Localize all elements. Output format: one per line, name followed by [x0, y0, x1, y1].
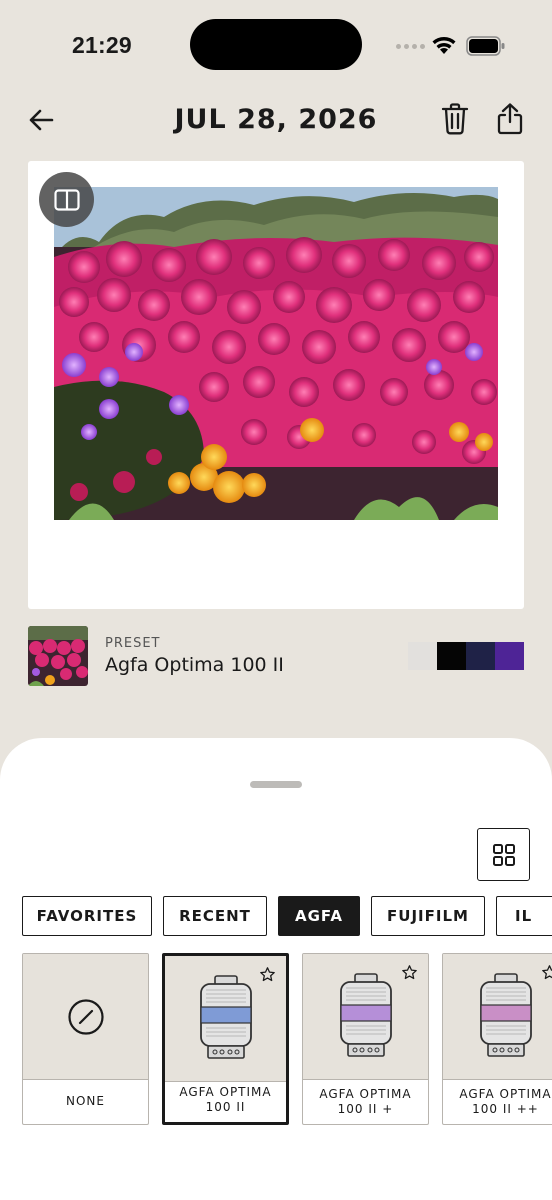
share-icon[interactable] — [494, 102, 526, 136]
preset-card-agfa-optima-100-ii[interactable]: AGFA OPTIMA 100 II — [162, 953, 289, 1125]
sheet-grabber[interactable] — [250, 781, 302, 788]
top-bar: JUL 28, 2026 — [0, 90, 552, 150]
color-palette — [408, 642, 524, 670]
preset-caption: PRESET — [105, 636, 161, 651]
preset-card-agfa-optima-100-ii-plus[interactable]: AGFA OPTIMA 100 II + — [302, 953, 429, 1125]
preset-card-image — [303, 954, 428, 1080]
favorite-star-icon[interactable] — [259, 966, 276, 983]
favorite-star-icon[interactable] — [541, 964, 552, 981]
tab-recent[interactable]: RECENT — [163, 896, 267, 936]
status-time: 21:29 — [72, 32, 132, 58]
battery-icon — [466, 36, 505, 56]
grid-icon — [492, 843, 515, 866]
palette-swatch — [495, 642, 524, 670]
trash-icon[interactable] — [440, 102, 470, 136]
tab-il[interactable]: IL — [496, 896, 552, 936]
tab-favorites[interactable]: FAVORITES — [22, 896, 152, 936]
wifi-icon — [432, 37, 456, 54]
preset-card-agfa-optima-100-ii-plus-plus[interactable]: AGFA OPTIMA 100 II ++ — [442, 953, 552, 1125]
preset-list: NONE AGFA OPTIMA 100 II AGFA OPTIMA 100 … — [22, 953, 552, 1128]
palette-swatch — [437, 642, 466, 670]
preset-card-label: NONE — [66, 1094, 105, 1109]
preset-card-image — [443, 954, 552, 1080]
preset-card-label: AGFA OPTIMA 100 II ++ — [459, 1087, 552, 1116]
preset-card-image — [23, 954, 148, 1080]
film-canister-icon — [199, 974, 252, 1059]
preset-sheet: FAVORITES RECENT AGFA FUJIFILM IL NONE A… — [0, 738, 552, 1200]
cellular-signal-icon — [396, 44, 425, 49]
compare-button[interactable] — [39, 172, 94, 227]
split-view-icon — [53, 188, 80, 211]
film-canister-icon — [339, 972, 392, 1057]
tab-agfa[interactable]: AGFA — [278, 896, 360, 936]
tab-fujifilm[interactable]: FUJIFILM — [371, 896, 485, 936]
preset-card-none[interactable]: NONE — [22, 953, 149, 1125]
flower-photo[interactable] — [54, 187, 498, 520]
preset-name: Agfa Optima 100 II — [105, 654, 284, 676]
brand-tabs: FAVORITES RECENT AGFA FUJIFILM IL — [22, 896, 552, 938]
grid-view-button[interactable] — [477, 828, 530, 881]
film-canister-icon — [479, 972, 532, 1057]
favorite-star-icon[interactable] — [401, 964, 418, 981]
palette-swatch — [466, 642, 495, 670]
preset-thumbnail — [28, 626, 88, 686]
preset-card-label: AGFA OPTIMA 100 II — [179, 1085, 272, 1114]
preset-card-image — [165, 956, 286, 1082]
none-icon — [67, 998, 104, 1035]
dynamic-island — [190, 19, 362, 70]
photo-card — [28, 161, 524, 609]
palette-swatch — [408, 642, 437, 670]
preset-card-label: AGFA OPTIMA 100 II + — [319, 1087, 412, 1116]
status-bar: 21:29 — [0, 0, 552, 90]
